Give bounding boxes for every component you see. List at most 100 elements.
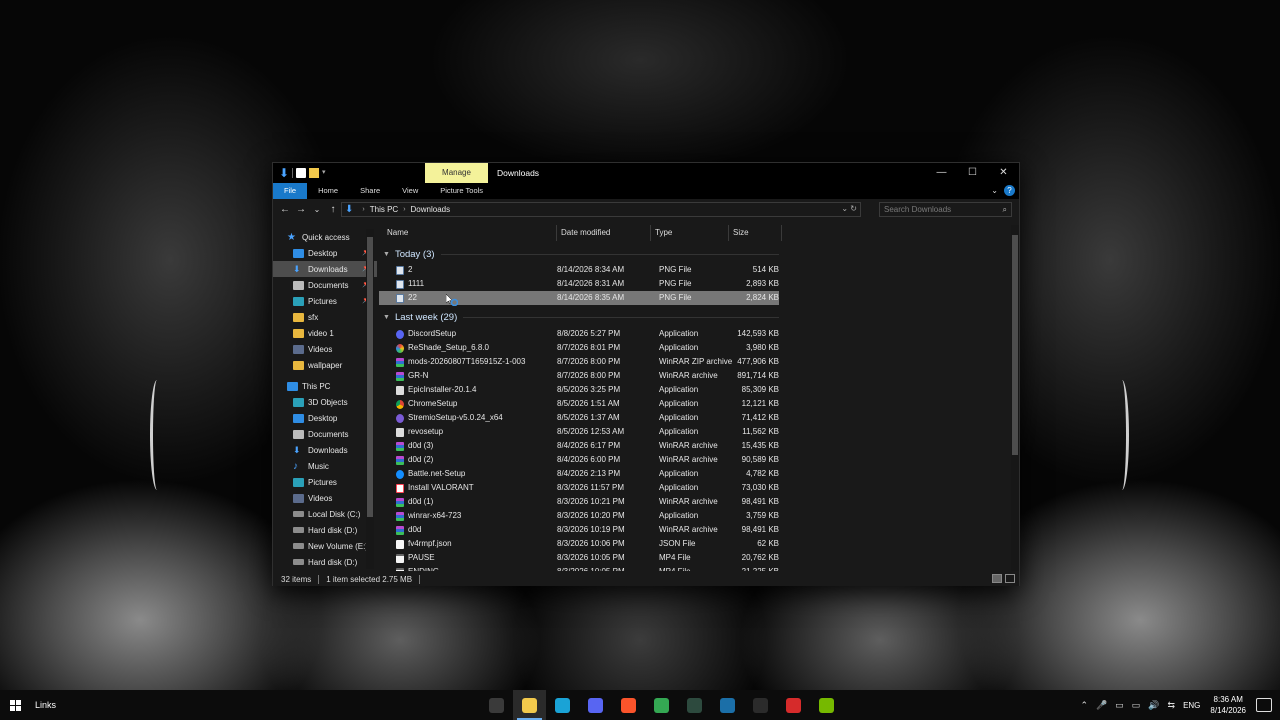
back-button[interactable]: ← bbox=[277, 204, 293, 215]
file-name[interactable]: fv4rmpf.json bbox=[396, 537, 452, 551]
microphone-icon[interactable]: 🎤 bbox=[1096, 700, 1107, 711]
nav-item-desktop[interactable]: Desktop bbox=[273, 410, 377, 426]
file-name[interactable]: 22 bbox=[396, 291, 417, 305]
column-date-modified[interactable]: Date modified bbox=[557, 225, 651, 241]
nav-item-documents[interactable]: Documents bbox=[273, 426, 377, 442]
file-row[interactable]: 22 8/14/2026 8:35 AM PNG File 2,824 KB bbox=[379, 291, 779, 305]
column-name[interactable]: Name bbox=[383, 225, 557, 241]
column-type[interactable]: Type bbox=[651, 225, 729, 241]
manage-tab[interactable]: Manage bbox=[425, 163, 488, 183]
nav-item-videos[interactable]: Videos bbox=[273, 490, 377, 506]
properties-icon[interactable] bbox=[296, 168, 306, 178]
file-row[interactable]: mods-20260807T165915Z-1-003 8/7/2026 8:00… bbox=[379, 355, 779, 369]
nav-item-downloads[interactable]: ⬇ Downloads 📌 bbox=[273, 261, 377, 277]
file-list-scrollbar[interactable] bbox=[1011, 225, 1019, 571]
recent-locations-button[interactable]: ⌄ bbox=[309, 205, 325, 214]
file-row[interactable]: Battle.net-Setup 8/4/2026 2:13 PM Applicat… bbox=[379, 467, 779, 481]
nav-item-hard-disk-d-2[interactable]: Hard disk (D:) bbox=[273, 554, 377, 569]
volume-icon[interactable]: 🔊 bbox=[1148, 700, 1159, 711]
nvidia-taskbar-button[interactable] bbox=[810, 690, 843, 720]
details-view-button[interactable] bbox=[992, 574, 1002, 583]
file-row[interactable]: 1111 8/14/2026 8:31 AM PNG File 2,893 KB bbox=[379, 277, 779, 291]
customize-toolbar-icon[interactable]: ▾ bbox=[322, 168, 332, 178]
breadcrumb-this-pc[interactable]: This PC bbox=[370, 205, 398, 214]
file-row[interactable]: ChromeSetup 8/5/2026 1:51 AM Application 12… bbox=[379, 397, 779, 411]
nav-scrollbar[interactable] bbox=[366, 229, 374, 569]
tab-picture-tools[interactable]: Picture Tools bbox=[429, 183, 494, 199]
file-row[interactable]: d0d (3) 8/4/2026 6:17 PM WinRAR archive 15,… bbox=[379, 439, 779, 453]
file-row[interactable]: d0d 8/3/2026 10:19 PM WinRAR archive 98,491… bbox=[379, 523, 779, 537]
edge-taskbar-button[interactable] bbox=[546, 690, 579, 720]
file-row[interactable]: GR-N 8/7/2026 8:00 PM WinRAR archive 891,71… bbox=[379, 369, 779, 383]
nav-item-wallpaper[interactable]: wallpaper bbox=[273, 357, 377, 373]
epic-taskbar-button[interactable] bbox=[744, 690, 777, 720]
file-row[interactable]: fv4rmpf.json 8/3/2026 10:06 PM JSON File 62… bbox=[379, 537, 779, 551]
network-icon[interactable]: ▭ bbox=[1115, 700, 1124, 711]
discord-taskbar-button[interactable] bbox=[579, 690, 612, 720]
nav-item-hard-disk-d[interactable]: Hard disk (D:) bbox=[273, 522, 377, 538]
file-name[interactable]: Battle.net-Setup bbox=[396, 467, 465, 481]
file-name[interactable]: d0d bbox=[396, 523, 421, 537]
file-row[interactable]: ENDING 8/3/2026 10:05 PM MP4 File 21,225 KB bbox=[379, 565, 779, 571]
nav-item-local-disk-c[interactable]: Local Disk (C:) bbox=[273, 506, 377, 522]
show-hidden-icons-icon[interactable]: ⌃ bbox=[1081, 700, 1089, 711]
large-icons-view-button[interactable] bbox=[1005, 574, 1015, 583]
nav-item-sfx[interactable]: sfx bbox=[273, 309, 377, 325]
nav-item-pictures[interactable]: Pictures bbox=[273, 474, 377, 490]
expand-ribbon-icon[interactable]: ⌄ bbox=[991, 186, 998, 195]
breadcrumb-separator[interactable]: › bbox=[403, 206, 405, 213]
maximize-button[interactable]: ☐ bbox=[957, 163, 988, 183]
file-row[interactable]: DiscordSetup 8/8/2026 5:27 PM Application 1… bbox=[379, 327, 779, 341]
xbox-taskbar-button[interactable] bbox=[678, 690, 711, 720]
file-row[interactable]: EpicInstaller-20.1.4 8/5/2026 3:25 PM Appl… bbox=[379, 383, 779, 397]
file-name[interactable]: GR-N bbox=[396, 369, 428, 383]
file-name[interactable]: PAUSE bbox=[396, 551, 435, 565]
file-name[interactable]: winrar-x64-723 bbox=[396, 509, 461, 523]
file-name[interactable]: ReShade_Setup_6.8.0 bbox=[396, 341, 489, 355]
tab-file[interactable]: File bbox=[273, 183, 308, 199]
address-dropdown-refresh[interactable]: ⌄ ↻ bbox=[841, 204, 857, 213]
nav-item-music[interactable]: ♪ Music bbox=[273, 458, 377, 474]
file-name[interactable]: EpicInstaller-20.1.4 bbox=[396, 383, 476, 397]
chrome-taskbar-button[interactable] bbox=[645, 690, 678, 720]
file-row[interactable]: Install VALORANT 8/3/2026 11:57 PM Applica… bbox=[379, 481, 779, 495]
tab-view[interactable]: View bbox=[391, 183, 429, 199]
column-size[interactable]: Size bbox=[729, 225, 782, 241]
nav-item-3d-objects[interactable]: 3D Objects bbox=[273, 394, 377, 410]
file-row[interactable]: winrar-x64-723 8/3/2026 10:20 PM Applicati… bbox=[379, 509, 779, 523]
nav-this-pc[interactable]: This PC bbox=[273, 378, 377, 394]
breadcrumb-downloads[interactable]: Downloads bbox=[411, 205, 451, 214]
file-name[interactable]: DiscordSetup bbox=[396, 327, 456, 341]
new-folder-icon[interactable] bbox=[309, 168, 319, 178]
file-name[interactable]: d0d (3) bbox=[396, 439, 433, 453]
sync-icon[interactable]: ⇆ bbox=[1168, 700, 1176, 711]
start-button[interactable] bbox=[0, 690, 30, 720]
file-name[interactable]: d0d (2) bbox=[396, 453, 433, 467]
file-name[interactable]: ChromeSetup bbox=[396, 397, 457, 411]
file-name[interactable]: d0d (1) bbox=[396, 495, 433, 509]
recorder-taskbar-button[interactable] bbox=[777, 690, 810, 720]
nav-item-video-1[interactable]: video 1 bbox=[273, 325, 377, 341]
file-row[interactable]: d0d (2) 8/4/2026 6:00 PM WinRAR archive 90,… bbox=[379, 453, 779, 467]
file-row[interactable]: revosetup 8/5/2026 12:53 AM Application 11,… bbox=[379, 425, 779, 439]
nav-item-videos[interactable]: Videos bbox=[273, 341, 377, 357]
file-name[interactable]: revosetup bbox=[396, 425, 443, 439]
nav-item-pictures[interactable]: Pictures 📌 bbox=[273, 293, 377, 309]
minimize-button[interactable]: — bbox=[926, 163, 957, 183]
file-row[interactable]: PAUSE 8/3/2026 10:05 PM MP4 File 20,762 KB bbox=[379, 551, 779, 565]
scroll-thumb[interactable] bbox=[367, 237, 373, 517]
file-row[interactable]: d0d (1) 8/3/2026 10:21 PM WinRAR archive 98… bbox=[379, 495, 779, 509]
up-button[interactable]: ↑ bbox=[325, 204, 341, 215]
file-name[interactable]: mods-20260807T165915Z-1-003 bbox=[396, 355, 525, 369]
scroll-thumb[interactable] bbox=[1012, 235, 1018, 455]
tab-share[interactable]: Share bbox=[349, 183, 391, 199]
group-header-last-week[interactable]: ▼ Last week (29) bbox=[379, 310, 779, 324]
notification-center-icon[interactable] bbox=[1256, 698, 1272, 712]
nav-quick-access[interactable]: ★ Quick access bbox=[273, 229, 377, 245]
forward-button[interactable]: → bbox=[293, 204, 309, 215]
file-name[interactable]: StremioSetup-v5.0.24_x64 bbox=[396, 411, 503, 425]
address-bar[interactable]: ⬇ › This PC › Downloads ⌄ ↻ bbox=[341, 202, 861, 217]
store-taskbar-button[interactable] bbox=[480, 690, 513, 720]
help-icon[interactable]: ? bbox=[1004, 185, 1015, 196]
close-button[interactable]: ✕ bbox=[988, 163, 1019, 183]
